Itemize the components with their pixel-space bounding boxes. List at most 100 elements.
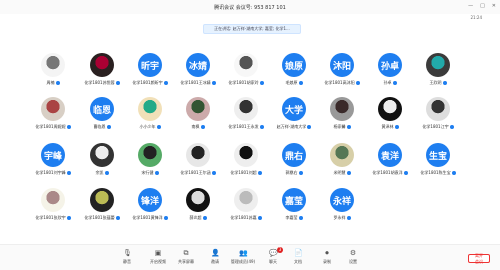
participant-tile[interactable]: 薛炎超: [174, 188, 222, 231]
participant-name-label: 余凯: [95, 170, 104, 175]
participant-tile[interactable]: 化学1801王尔涵: [174, 143, 222, 186]
participant-tile[interactable]: 化学1801苏悦蓉: [78, 53, 126, 96]
avatar: 冰婧: [186, 53, 210, 77]
participant-tile[interactable]: 袁洋化学1801胡袁洋: [366, 143, 414, 186]
participant-tile[interactable]: 昕宇 化学1801颜昕宇: [126, 53, 174, 96]
participant-tile[interactable]: 南枫: [174, 97, 222, 140]
participant-name-label: 化学1801周妮妮: [35, 124, 66, 129]
participant-tile[interactable]: 大学 赵万祥-湖南大学: [270, 97, 318, 140]
mic-status-icon: [257, 171, 262, 175]
avatar: 锋洋: [138, 188, 162, 212]
avatar: [186, 97, 210, 121]
participant-tile[interactable]: 杨家馨: [318, 97, 366, 140]
participant-tile[interactable]: 化学1801苏嘉: [222, 188, 270, 231]
participant-tile[interactable]: 化学1801周妮妮: [29, 97, 77, 140]
participant-tile[interactable]: 永祥 罗永祥: [318, 188, 366, 231]
participant-tile[interactable]: 临恩 曹临恩: [78, 97, 126, 140]
mic-status-icon: [394, 125, 399, 129]
avatar: 沐阳: [330, 53, 354, 77]
mic-status-icon: [115, 81, 120, 85]
toolbar-item-icon: ▣: [154, 249, 162, 257]
avatar-initials: 生宝: [428, 151, 447, 162]
participant-tile[interactable]: 周楠: [29, 53, 77, 96]
participant-name: 化学1801江宇: [408, 124, 468, 130]
participant-grid: 周楠 化学1801苏悦蓉 昕宇 化学1801颜昕宇 冰婧 化学1801王冰婧化学1801胡…: [0, 0, 500, 250]
mic-status-icon: [259, 125, 264, 129]
avatar-initials: 袁洋: [380, 151, 399, 162]
participant-tile[interactable]: 孙卓 孙卓: [366, 53, 414, 96]
toolbar-item-icon: 💬: [269, 249, 278, 257]
avatar: 永祥: [330, 188, 354, 212]
avatar-initials: 沐阳: [332, 61, 351, 72]
mic-status-icon: [156, 125, 161, 129]
avatar: [90, 188, 114, 212]
participant-tile[interactable]: 宇峰 化学1801刘宇峰: [29, 143, 77, 186]
participant-name-label: 化学1801陈生宝: [420, 170, 451, 175]
toolbar-item-icon: ⧉: [183, 249, 189, 257]
participant-name-label: 化学1801胡袁洋: [372, 170, 403, 175]
avatar: 大学: [282, 97, 306, 121]
toolbar-item[interactable]: 👤 邀请: [200, 249, 230, 265]
mic-status-icon: [298, 171, 303, 175]
avatar: 袁洋: [378, 143, 402, 167]
participant-tile[interactable]: 化学1801胡家玲: [222, 53, 270, 96]
avatar: [330, 143, 354, 167]
avatar: 临恩: [90, 97, 114, 121]
leave-meeting-button[interactable]: 离开会议: [468, 253, 490, 264]
mic-status-icon: [200, 125, 205, 129]
participant-tile[interactable]: 黄泽林: [366, 97, 414, 140]
toolbar-item-icon: 👤: [211, 249, 220, 257]
participant-tile[interactable]: 化学1801张蕴蕾: [78, 188, 126, 231]
toolbar-item-icon: 👥: [239, 249, 248, 257]
participant-tile[interactable]: 沐阳 化学1801高沐阳: [318, 53, 366, 96]
participant-tile[interactable]: 锋洋 化学1801黄锋洋: [126, 188, 174, 231]
toolbar-item[interactable]: 👥 管理成员(49): [228, 249, 258, 265]
participant-name-label: 化学1801刘超: [230, 170, 257, 175]
mic-status-icon: [115, 216, 120, 220]
participant-name-label: 李嘉莹: [285, 215, 298, 220]
participant-name: 王欣玥: [408, 80, 468, 86]
participant-tile[interactable]: 鼎右 郭鼎右: [270, 143, 318, 186]
mic-status-icon: [257, 216, 262, 220]
participant-tile[interactable]: 王欣玥: [414, 53, 462, 96]
avatar: [234, 97, 258, 121]
avatar: 生宝: [426, 143, 450, 167]
avatar: 宇峰: [41, 143, 65, 167]
toolbar-item[interactable]: ⧉ 共享屏幕: [171, 249, 201, 265]
mic-status-icon: [346, 125, 351, 129]
participant-tile[interactable]: 冰婧 化学1801王冰婧: [174, 53, 222, 96]
participant-name-label: 南枫: [191, 124, 200, 129]
participant-tile[interactable]: 余凯: [78, 143, 126, 186]
mic-status-icon: [442, 81, 447, 85]
avatar: [41, 188, 65, 212]
avatar-initials: 嘉莹: [284, 196, 303, 207]
participant-name-label: 薛炎超: [189, 215, 202, 220]
participant-tile[interactable]: 娘原 毛娘原: [270, 53, 318, 96]
participant-tile[interactable]: 宋行健: [126, 143, 174, 186]
participant-tile[interactable]: 化学1801张欣宇: [29, 188, 77, 231]
toolbar-item[interactable]: 🎙 静音: [112, 249, 142, 265]
participant-tile[interactable]: 化学1801江宇: [414, 97, 462, 140]
participant-tile[interactable]: 小小少年: [126, 97, 174, 140]
toolbar-item[interactable]: 📄 文档: [283, 249, 313, 265]
participant-name-label: 化学1801胡家玲: [228, 80, 259, 85]
participant-name-label: 化学1801颜昕宇: [132, 80, 163, 85]
toolbar-item[interactable]: ⚙ 设置: [338, 249, 368, 265]
mic-status-icon: [66, 125, 71, 129]
avatar: [41, 53, 65, 77]
participant-tile[interactable]: 生宝化学1801陈生宝: [414, 143, 462, 186]
mic-status-icon: [346, 216, 351, 220]
toolbar-item-label: 开启视频: [150, 259, 166, 264]
participant-tile[interactable]: 化学1801刘超: [222, 143, 270, 186]
participant-tile[interactable]: 嘉莹 李嘉莹: [270, 188, 318, 231]
avatar: 鼎右: [282, 143, 306, 167]
participant-tile[interactable]: 米明慧: [318, 143, 366, 186]
participant-name: 化学1801陈生宝: [408, 170, 468, 176]
mic-status-icon: [202, 216, 207, 220]
avatar: [138, 143, 162, 167]
avatar: [186, 143, 210, 167]
participant-name-label: 黄泽林: [381, 124, 394, 129]
avatar-initials: 孙卓: [380, 61, 399, 72]
participant-tile[interactable]: 化学1801王永发: [222, 97, 270, 140]
toolbar-item[interactable]: ▣ 开启视频: [143, 249, 173, 265]
